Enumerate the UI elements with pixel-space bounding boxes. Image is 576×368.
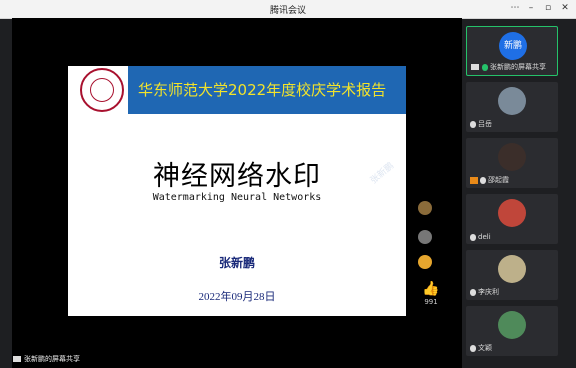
- participant-tile[interactable]: 邵起霞: [466, 138, 558, 188]
- banner-title: 华东师范大学2022年度校庆学术报告: [138, 81, 387, 99]
- participant-tile[interactable]: 李庆利: [466, 250, 558, 300]
- participant-tile[interactable]: 新鹏 张新鹏的屏幕共享: [466, 26, 558, 76]
- mic-off-icon: [470, 288, 476, 296]
- participant-tile[interactable]: 吕岳: [466, 82, 558, 132]
- title-bar: 腾讯会议 ⋯ – ▫ ✕: [0, 0, 576, 19]
- window-title: 腾讯会议: [269, 6, 306, 16]
- emoji-reaction-icon[interactable]: [418, 255, 432, 269]
- avatar: [498, 199, 526, 227]
- avatar: [498, 87, 526, 115]
- university-logo: [80, 68, 124, 112]
- slide-banner: 华东师范大学2022年度校庆学术报告: [128, 66, 406, 114]
- screen-share-icon: [471, 64, 479, 70]
- participant-tile[interactable]: 文颖: [466, 306, 558, 356]
- mic-icon: [482, 63, 488, 71]
- presentation-slide: 华东师范大学2022年度校庆学术报告 张新鹏 神经网络水印 Watermarki…: [68, 66, 406, 316]
- close-button[interactable]: ✕: [558, 2, 572, 15]
- participant-name: 邵起霞: [488, 176, 509, 184]
- like-count: 991: [424, 298, 438, 306]
- mic-off-icon: [470, 233, 476, 241]
- camera-icon: [470, 176, 478, 184]
- mic-off-icon: [470, 344, 476, 352]
- slide-date: 2022年09月28日: [198, 291, 276, 303]
- maximize-button[interactable]: ▫: [541, 2, 555, 15]
- mic-off-icon: [470, 120, 476, 128]
- avatar: [498, 143, 526, 171]
- slide-subtitle: Watermarking Neural Networks: [152, 192, 322, 203]
- participant-name: 李庆利: [478, 288, 499, 296]
- participant-name: 吕岳: [478, 120, 492, 128]
- avatar: [498, 255, 526, 283]
- participant-name: deli: [478, 233, 491, 241]
- screen-share-icon: [13, 356, 21, 362]
- emoji-reaction-icon[interactable]: [418, 201, 432, 215]
- participant-tile[interactable]: deli: [466, 194, 558, 244]
- share-status-label: 张新鹏的屏幕共享: [13, 354, 80, 364]
- avatar: [498, 311, 526, 339]
- thumbs-up-icon: 👍: [422, 281, 440, 297]
- participant-name: 文颖: [478, 344, 492, 352]
- emoji-reaction-icon[interactable]: [418, 230, 432, 244]
- mic-icon: [480, 176, 486, 184]
- more-icon[interactable]: ⋯: [508, 2, 522, 15]
- minimize-button[interactable]: –: [524, 2, 538, 15]
- slide-author: 张新鹏: [218, 256, 255, 270]
- avatar: 新鹏: [499, 32, 527, 60]
- thumbs-up-button[interactable]: 👍: [420, 278, 442, 297]
- participant-name: 张新鹏的屏幕共享: [490, 63, 546, 71]
- slide-title: 神经网络水印: [153, 161, 321, 192]
